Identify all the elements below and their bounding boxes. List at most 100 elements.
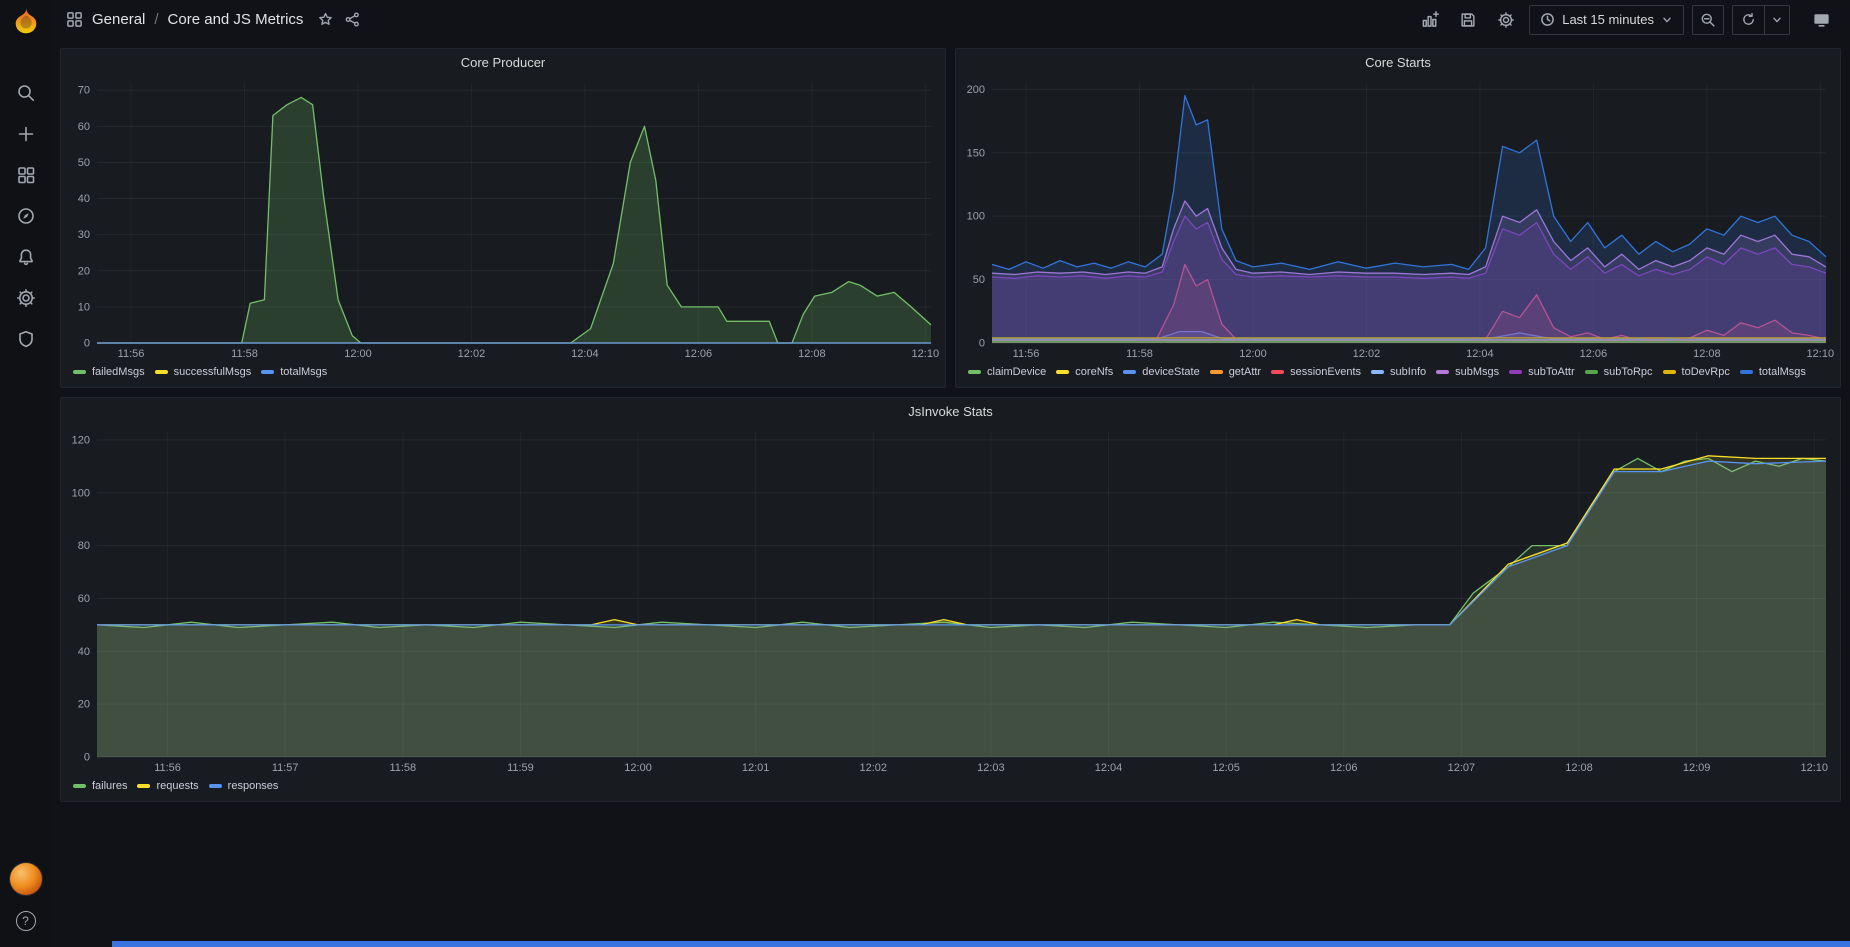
legend-item[interactable]: getAttr [1210, 366, 1261, 378]
svg-text:12:02: 12:02 [860, 762, 888, 774]
legend-series-color [73, 370, 86, 374]
search-icon[interactable] [15, 82, 37, 104]
legend-series-color [1436, 370, 1449, 374]
svg-text:12:10: 12:10 [1807, 348, 1835, 360]
help-icon[interactable]: ? [16, 911, 36, 931]
cycle-view-tv-icon[interactable] [1806, 5, 1836, 35]
topbar: General / Core and JS Metrics [51, 0, 1850, 39]
legend-item[interactable]: subInfo [1371, 366, 1426, 378]
svg-text:11:58: 11:58 [231, 348, 258, 360]
time-series-chart[interactable]: 11:5611:5711:5811:5912:0012:0112:0212:03… [61, 424, 1840, 777]
svg-text:70: 70 [78, 85, 90, 97]
legend-item[interactable]: toDevRpc [1663, 366, 1730, 378]
legend-item[interactable]: deviceState [1123, 366, 1199, 378]
svg-text:12:00: 12:00 [624, 762, 652, 774]
topbar-actions: Last 15 minutes [1415, 5, 1836, 35]
svg-text:20: 20 [78, 265, 90, 277]
alerting-bell-icon[interactable] [15, 246, 37, 268]
apps-grid-icon[interactable] [65, 11, 83, 29]
breadcrumb-section[interactable]: General [92, 11, 145, 28]
star-icon[interactable] [316, 11, 334, 29]
svg-text:50: 50 [78, 157, 90, 169]
grafana-app: ? General / Core and JS Metrics [0, 0, 1850, 947]
panel-title[interactable]: Core Producer [61, 49, 945, 75]
legend-series-color [1509, 370, 1522, 374]
chevron-down-icon [1661, 14, 1673, 26]
legend-item[interactable]: coreNfs [1056, 366, 1113, 378]
legend-item[interactable]: requests [137, 780, 198, 792]
svg-text:12:04: 12:04 [1095, 762, 1123, 774]
legend-item[interactable]: failures [73, 780, 127, 792]
svg-text:12:04: 12:04 [571, 348, 599, 360]
svg-text:12:08: 12:08 [798, 348, 826, 360]
svg-text:12:00: 12:00 [1239, 348, 1267, 360]
save-dashboard-button[interactable] [1453, 5, 1483, 35]
legend-series-color [1585, 370, 1598, 374]
legend-series-color [1210, 370, 1223, 374]
svg-text:150: 150 [967, 147, 985, 159]
svg-text:100: 100 [967, 211, 985, 223]
dashboard-content: Core Producer 11:56 11:58 12:00 12:02 12:04 1… [51, 39, 1850, 947]
dashboards-grid-icon[interactable] [15, 164, 37, 186]
legend-item[interactable]: successfulMsgs [155, 366, 252, 378]
legend-item[interactable]: totalMsgs [1740, 366, 1806, 378]
svg-text:40: 40 [78, 646, 90, 658]
svg-text:11:56: 11:56 [154, 762, 181, 774]
legend-series-color [1663, 370, 1676, 374]
time-series-chart[interactable]: 11:5611:5812:0012:0212:0412:0612:0812:10… [61, 75, 945, 363]
legend-series-color [1123, 370, 1136, 374]
add-panel-button[interactable] [1415, 5, 1445, 35]
svg-text:80: 80 [78, 540, 90, 552]
explore-compass-icon[interactable] [15, 205, 37, 227]
create-plus-icon[interactable] [15, 123, 37, 145]
legend-series-color [1271, 370, 1284, 374]
server-admin-shield-icon[interactable] [15, 328, 37, 350]
panel-core-starts: Core Starts 11:5611:5812:0012:0212:0412:… [955, 48, 1841, 388]
time-series-chart[interactable]: 11:5611:5812:0012:0212:0412:0612:0812:10… [956, 75, 1840, 363]
sidebar: ? [0, 0, 51, 947]
svg-text:20: 20 [78, 699, 90, 711]
svg-text:30: 30 [78, 229, 90, 241]
svg-text:12:06: 12:06 [685, 348, 713, 360]
legend-item[interactable]: sessionEvents [1271, 366, 1361, 378]
legend-item[interactable]: responses [209, 780, 279, 792]
legend-item[interactable]: totalMsgs [261, 366, 327, 378]
share-icon[interactable] [343, 11, 361, 29]
refresh-button-group [1732, 5, 1790, 35]
grafana-logo-icon[interactable] [11, 6, 41, 36]
svg-text:60: 60 [78, 593, 90, 605]
svg-text:10: 10 [78, 301, 90, 313]
legend-item[interactable]: subToRpc [1585, 366, 1653, 378]
svg-text:12:02: 12:02 [458, 348, 486, 360]
legend-series-color [1740, 370, 1753, 374]
panel-title[interactable]: Core Starts [956, 49, 1840, 75]
time-range-label: Last 15 minutes [1562, 12, 1654, 27]
svg-text:11:56: 11:56 [1013, 348, 1040, 360]
sidebar-nav [15, 82, 37, 350]
svg-text:11:59: 11:59 [507, 762, 534, 774]
legend-series-color [73, 784, 86, 788]
configuration-gear-icon[interactable] [15, 287, 37, 309]
time-range-picker[interactable]: Last 15 minutes [1529, 5, 1684, 35]
svg-text:12:05: 12:05 [1212, 762, 1240, 774]
sidebar-footer: ? [10, 863, 42, 931]
svg-text:11:56: 11:56 [118, 348, 145, 360]
legend-item[interactable]: subToAttr [1509, 366, 1574, 378]
refresh-button[interactable] [1732, 5, 1765, 35]
svg-text:12:07: 12:07 [1448, 762, 1476, 774]
svg-text:12:03: 12:03 [977, 762, 1005, 774]
legend-item[interactable]: failedMsgs [73, 366, 145, 378]
panel-title[interactable]: JsInvoke Stats [61, 398, 1840, 424]
legend-item[interactable]: claimDevice [968, 366, 1046, 378]
refresh-interval-chevron[interactable] [1765, 5, 1790, 35]
svg-text:12:10: 12:10 [1800, 762, 1828, 774]
svg-text:0: 0 [84, 752, 90, 764]
zoom-out-button[interactable] [1692, 5, 1724, 35]
chart-legend: claimDevice coreNfs deviceState getAttr sess… [956, 363, 1840, 387]
breadcrumb-separator: / [154, 11, 158, 28]
legend-item[interactable]: subMsgs [1436, 366, 1499, 378]
user-avatar[interactable] [10, 863, 42, 895]
legend-series-color [137, 784, 150, 788]
svg-text:11:58: 11:58 [1126, 348, 1153, 360]
dashboard-settings-gear-icon[interactable] [1491, 5, 1521, 35]
